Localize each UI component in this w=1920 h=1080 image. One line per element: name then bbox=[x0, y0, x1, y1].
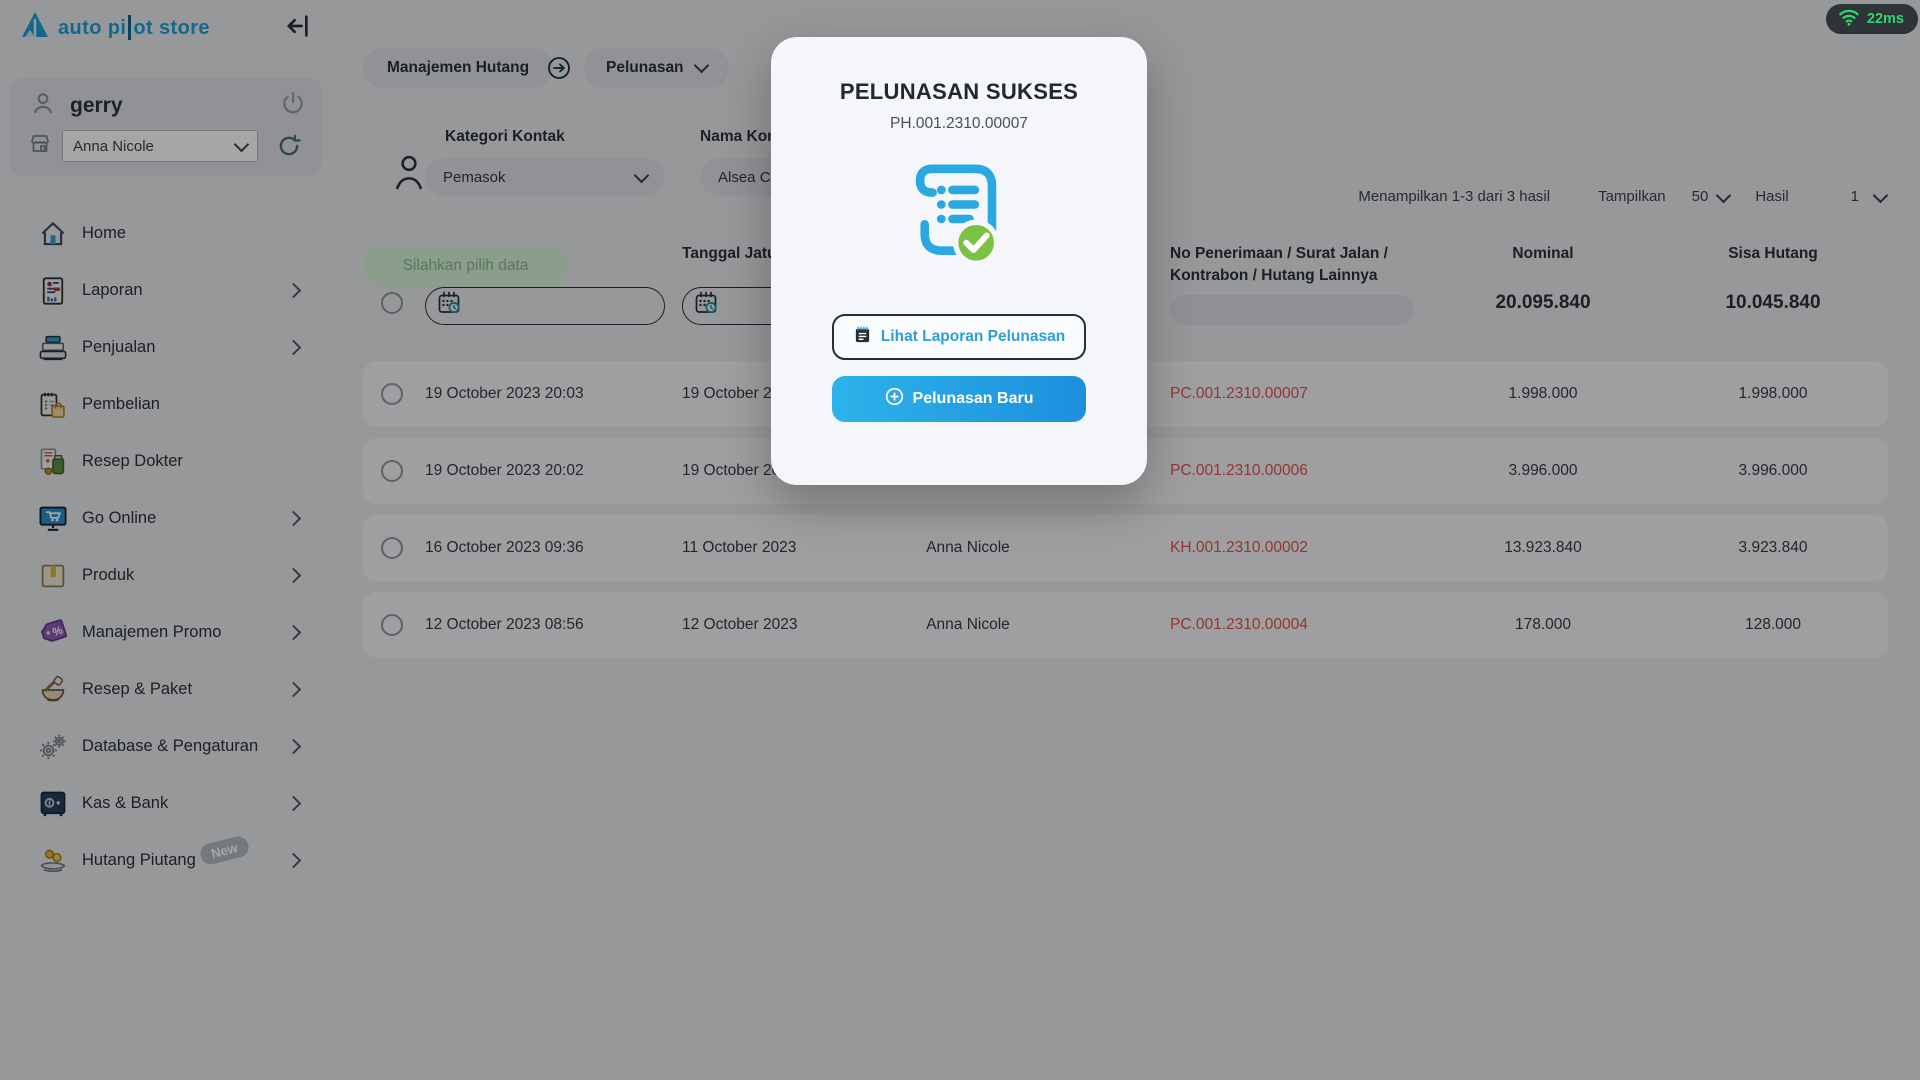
lihat-laporan-pelunasan-button[interactable]: Lihat Laporan Pelunasan bbox=[832, 314, 1086, 360]
wifi-icon bbox=[1838, 7, 1860, 32]
pelunasan-sukses-modal: PELUNASAN SUKSES PH.001.2310.00007 Lihat… bbox=[771, 37, 1147, 485]
app-window: auto piot store gerry Anna Nicole bbox=[0, 0, 1920, 1080]
latency-value: 22ms bbox=[1867, 11, 1904, 27]
modal-title: PELUNASAN SUKSES bbox=[840, 79, 1078, 105]
notepad-icon bbox=[853, 325, 872, 349]
connection-badge: 22ms bbox=[1826, 4, 1918, 34]
pelunasan-baru-button[interactable]: Pelunasan Baru bbox=[832, 376, 1086, 422]
plus-circle-icon bbox=[885, 387, 904, 411]
receipt-success-icon bbox=[893, 153, 1025, 290]
modal-doc-number: PH.001.2310.00007 bbox=[890, 115, 1028, 133]
